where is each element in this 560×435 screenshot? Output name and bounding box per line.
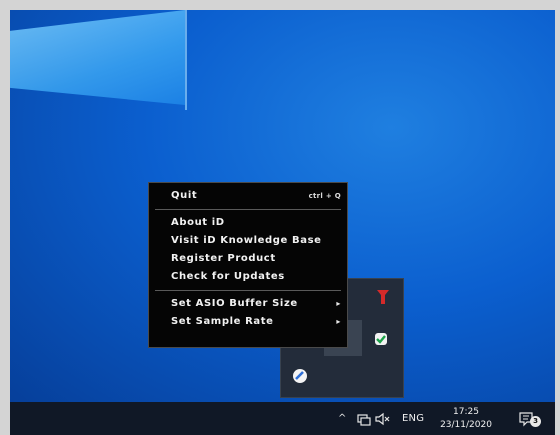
- wallpaper-pane-edge: [185, 10, 187, 110]
- taskbar: ^ ENG 17:25 23/11/2020 3: [10, 402, 555, 435]
- network-icon[interactable]: [357, 402, 371, 435]
- green-app-icon[interactable]: [372, 330, 390, 348]
- menu-item-sample-rate[interactable]: Set Sample Rate ▸: [149, 313, 347, 331]
- wallpaper-light-pane: [10, 10, 185, 105]
- menu-item-check-updates[interactable]: Check for Updates: [149, 268, 347, 286]
- clock-date: 23/11/2020: [440, 419, 492, 430]
- menu-item-asio-buffer[interactable]: Set ASIO Buffer Size ▸: [149, 295, 347, 313]
- menu-item-register[interactable]: Register Product: [149, 250, 347, 268]
- menu-separator: [155, 209, 341, 210]
- notification-count-badge: 3: [530, 416, 541, 427]
- context-menu: Quit ctrl + Q About iD Visit iD Knowledg…: [148, 182, 348, 348]
- action-center-button[interactable]: 3: [518, 402, 541, 435]
- input-language-button[interactable]: ENG: [402, 402, 424, 435]
- menu-item-sample-rate-label: Set Sample Rate: [171, 316, 274, 327]
- menu-item-knowledge-base[interactable]: Visit iD Knowledge Base: [149, 232, 347, 250]
- language-label: ENG: [402, 413, 425, 424]
- menu-item-register-label: Register Product: [171, 253, 276, 264]
- menu-item-about[interactable]: About iD: [149, 214, 347, 232]
- show-hidden-icons-button[interactable]: ^: [338, 402, 346, 435]
- taskbar-clock[interactable]: 17:25 23/11/2020: [435, 402, 497, 435]
- menu-item-asio-buffer-label: Set ASIO Buffer Size: [171, 298, 298, 309]
- submenu-arrow-icon: ▸: [336, 317, 341, 326]
- blue-app-icon[interactable]: [292, 368, 308, 384]
- clock-time: 17:25: [453, 406, 479, 417]
- red-app-icon[interactable]: [376, 289, 390, 305]
- menu-item-knowledge-base-label: Visit iD Knowledge Base: [171, 235, 322, 246]
- menu-item-quit[interactable]: Quit ctrl + Q: [149, 187, 347, 205]
- volume-muted-icon[interactable]: [375, 402, 391, 435]
- submenu-arrow-icon: ▸: [336, 299, 341, 308]
- menu-item-about-label: About iD: [171, 217, 225, 228]
- quit-shortcut: ctrl + Q: [308, 192, 341, 200]
- menu-item-quit-label: Quit: [171, 190, 198, 201]
- menu-separator: [155, 290, 341, 291]
- menu-item-check-updates-label: Check for Updates: [171, 271, 285, 282]
- chevron-up-icon: ^: [338, 413, 347, 424]
